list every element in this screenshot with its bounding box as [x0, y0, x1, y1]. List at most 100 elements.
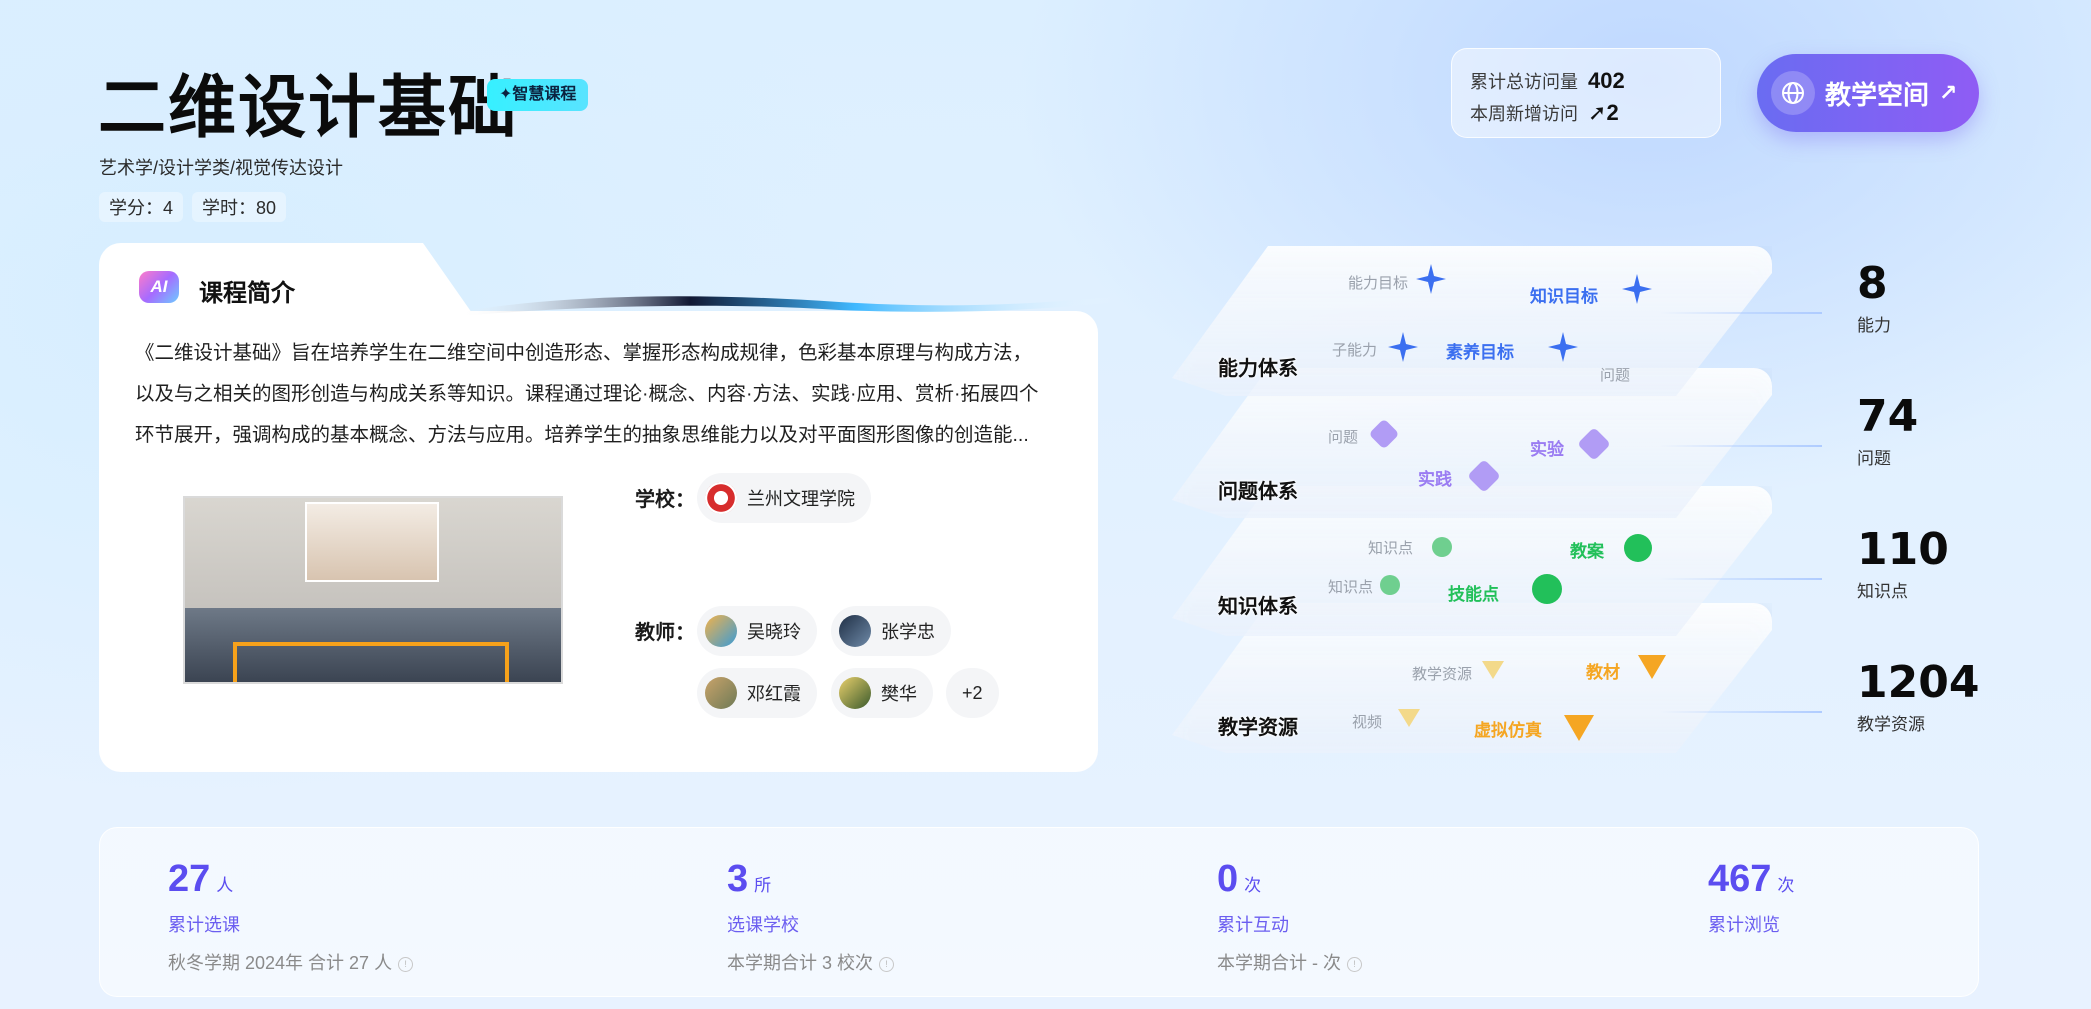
teacher-name: 樊华	[881, 684, 917, 704]
node-label: 能力目标	[1348, 275, 1409, 292]
teacher-chip[interactable]: 吴晓玲	[697, 606, 817, 656]
node-label: 虚拟仿真	[1474, 721, 1542, 740]
school-name: 兰州文理学院	[747, 489, 855, 509]
stat-value: 1204	[1857, 657, 1980, 708]
week-visits-value: ➚2	[1588, 100, 1619, 125]
stat-sub: 本学期合计 3 校次!	[727, 949, 895, 975]
knowledge-stat: 110 知识点	[1857, 524, 1949, 602]
course-title: 二维设计基础	[98, 69, 519, 148]
intro-line: 以及与之相关的图形创造与构成关系等知识。课程通过理论·概念、内容·方法、实践·应…	[135, 383, 1039, 405]
course-category: 艺术学/设计学类/视觉传达设计	[99, 158, 344, 178]
info-icon[interactable]: !	[398, 956, 414, 972]
hours-label: 学时：80	[192, 192, 287, 222]
intro-title: 课程简介	[199, 280, 295, 307]
teacher-name: 邓红霞	[747, 684, 801, 704]
smart-course-badge: ✦智慧课程	[487, 79, 589, 111]
node-label: 问题	[1600, 367, 1631, 384]
stat-value: 3	[727, 858, 749, 900]
stat-label: 知识点	[1857, 582, 1908, 601]
avatar	[705, 677, 737, 709]
problem-stat: 74 问题	[1857, 391, 1918, 469]
stat-unit: 次	[1777, 876, 1795, 895]
resource-stat: 1204 教学资源	[1857, 657, 1979, 735]
node-label: 实验	[1530, 440, 1564, 459]
stat-label: 问题	[1857, 449, 1891, 468]
teacher-chip[interactable]: 张学忠	[831, 606, 951, 656]
teacher-chip[interactable]: 樊华	[831, 668, 933, 718]
sparkle-icon	[1416, 264, 1446, 294]
intro-line: 《二维设计基础》旨在培养学生在二维空间中创造形态、掌握形态构成规律，色彩基本原理…	[135, 342, 1033, 364]
stat-unit: 次	[1244, 876, 1262, 895]
layer-name: 问题体系	[1218, 481, 1298, 503]
node-label: 子能力	[1332, 342, 1378, 359]
node-label: 知识目标	[1530, 287, 1598, 306]
sparkle-icon	[1622, 274, 1652, 304]
course-intro-card: AI 课程简介 《二维设计基础》旨在培养学生在二维空间中创造形态、掌握形态构成规…	[99, 243, 1119, 772]
info-icon[interactable]: !	[879, 956, 895, 972]
stat-label: 选课学校	[727, 915, 799, 935]
stat-value: 8	[1857, 258, 1888, 309]
circle-icon	[1432, 537, 1452, 557]
node-label: 教案	[1570, 542, 1604, 561]
node-label: 知识点	[1368, 540, 1414, 557]
circle-icon	[1532, 574, 1562, 604]
node-label: 素养目标	[1446, 343, 1514, 362]
layer-name: 能力体系	[1218, 358, 1298, 380]
visits-card: 累计总访问量 402 本周新增访问 ➚2	[1451, 48, 1721, 138]
teaching-space-label: 教学空间	[1825, 79, 1930, 110]
layer-name: 教学资源	[1218, 717, 1298, 739]
stat-value: 74	[1857, 391, 1919, 442]
school-count-stat: 3所 选课学校 本学期合计 3 校次!	[727, 858, 895, 975]
circle-icon	[1624, 534, 1652, 562]
stat-label: 能力	[1857, 316, 1891, 335]
arrow-up-icon: ➚	[1588, 100, 1607, 125]
total-visits-value: 402	[1588, 68, 1625, 93]
intro-line: 环节展开，强调构成的基本概念、方法与应用。培养学生的抽象思维能力以及对平面图形图…	[135, 424, 1029, 446]
stat-value: 27	[168, 858, 211, 900]
stat-label: 累计互动	[1217, 915, 1289, 935]
info-icon[interactable]: !	[1347, 956, 1362, 972]
school-logo-icon	[705, 482, 737, 514]
stat-value: 0	[1217, 858, 1239, 900]
wave-decoration	[459, 296, 1119, 316]
school-chip[interactable]: 兰州文理学院	[697, 473, 871, 523]
stat-unit: 人	[216, 876, 234, 895]
stat-label: 累计选课	[168, 915, 240, 935]
credits-label: 学分：4	[99, 192, 184, 222]
teacher-chip[interactable]: 邓红霞	[697, 668, 817, 718]
avatar	[705, 615, 737, 647]
globe-icon	[1771, 71, 1815, 115]
more-teachers-count: +2	[962, 682, 983, 703]
avatar	[839, 615, 871, 647]
teacher-label: 教师：	[635, 622, 695, 644]
stat-sub: 秋冬学期 2024年 合计 27 人!	[168, 949, 414, 975]
school-label: 学校：	[635, 489, 695, 511]
sparkle-icon	[1548, 332, 1578, 362]
ability-stat: 8 能力	[1857, 258, 1891, 336]
node-label: 教学资源	[1412, 666, 1473, 683]
total-visits-label: 累计总访问量	[1470, 72, 1578, 92]
arrow-up-right-icon: ↗	[1939, 80, 1958, 105]
node-label: 问题	[1328, 429, 1359, 446]
avatar	[839, 677, 871, 709]
bottom-stats-panel: 27 人 累计选课 秋冬学期 2024年 合计 27 人! 3所 选课学校 本学期…	[99, 827, 1979, 997]
highlight-box	[233, 642, 509, 682]
course-video-thumbnail[interactable]	[183, 496, 563, 684]
stat-value: 467	[1708, 858, 1772, 900]
week-visits-label: 本周新增访问	[1470, 104, 1578, 124]
layer-name: 知识体系	[1218, 596, 1298, 618]
more-teachers-button[interactable]: +2	[946, 668, 999, 718]
teaching-space-button[interactable]: 教学空间 ↗	[1757, 54, 1979, 132]
node-label: 技能点	[1448, 585, 1499, 604]
ai-icon: AI	[139, 271, 179, 303]
stat-label: 教学资源	[1857, 715, 1925, 734]
sparkle-icon	[1388, 332, 1418, 362]
views-stat: 467 次 累计浏览	[1708, 858, 1794, 937]
enrollment-stat: 27 人 累计选课 秋冬学期 2024年 合计 27 人!	[168, 858, 414, 975]
teacher-name: 吴晓玲	[747, 622, 801, 642]
node-label: 实践	[1418, 470, 1452, 489]
stat-label: 累计浏览	[1708, 915, 1780, 935]
interaction-stat: 0次 累计互动 本学期合计 - 次!	[1217, 858, 1362, 975]
node-label: 知识点	[1328, 579, 1374, 596]
intro-text: 《二维设计基础》旨在培养学生在二维空间中创造形态、掌握形态构成规律，色彩基本原理…	[135, 333, 1070, 456]
